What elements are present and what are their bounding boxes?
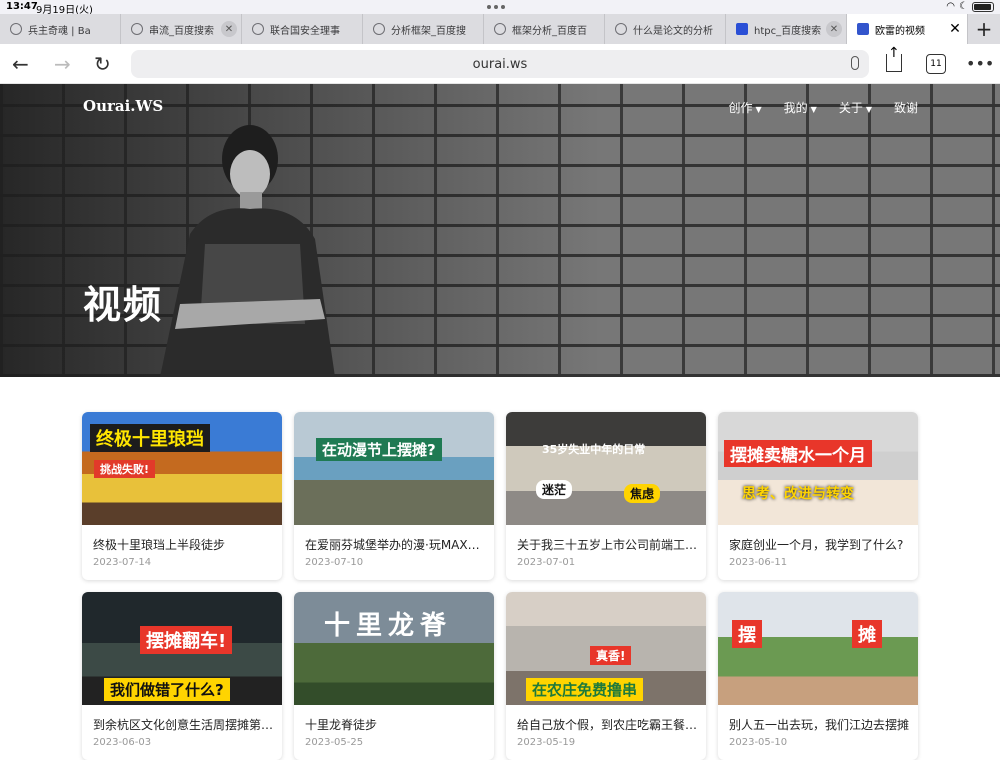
browser-tab[interactable]: htpc_百度搜索 ✕ (726, 14, 847, 44)
tab-label: htpc_百度搜索 (754, 25, 822, 37)
video-card[interactable]: 终极十里琅珰 挑战失败! 终极十里琅珰上半段徒步 2023-07-14 (82, 412, 282, 580)
video-title[interactable]: 终极十里琅珰上半段徒步 (93, 536, 273, 553)
video-thumbnail[interactable]: 35岁失业中年的日常 迷茫 焦虑 (506, 412, 706, 525)
moon-icon: ☾ (959, 1, 968, 12)
site-icon (857, 23, 869, 35)
url-text: ourai.ws (472, 56, 528, 72)
tab-overview-button[interactable]: 11 (926, 54, 946, 74)
caret-down-icon: ▼ (810, 105, 817, 114)
video-card[interactable]: 在动漫节上摆摊? 在爱丽芬城堡举办的漫·玩MAX… 2023-07-10 (294, 412, 494, 580)
status-bar: 13:47 9月19日(火) ◠ ☾ (0, 0, 1000, 16)
globe-icon (373, 23, 385, 35)
nav-item-create[interactable]: 创作 ▼ (728, 99, 761, 116)
baidu-icon (736, 23, 748, 35)
wifi-icon: ◠ (946, 1, 956, 12)
nav-item-thanks[interactable]: 致谢 (894, 99, 918, 116)
video-title[interactable]: 在爱丽芬城堡举办的漫·玩MAX… (305, 536, 485, 553)
video-thumbnail[interactable]: 真香! 在农庄免费撸串 (506, 592, 706, 705)
video-date: 2023-05-25 (305, 737, 364, 748)
tab-label: 欧雷的视频 (875, 25, 925, 37)
video-date: 2023-06-03 (93, 737, 152, 748)
tab-label: 串流_百度搜索 (149, 25, 214, 37)
browser-tab[interactable]: 串流_百度搜索 ✕ (121, 14, 242, 44)
video-title[interactable]: 家庭创业一个月，我学到了什么? (729, 536, 909, 553)
video-date: 2023-06-11 (729, 557, 788, 568)
browser-tab[interactable]: 什么是论文的分析 (605, 14, 726, 44)
video-date: 2023-05-19 (517, 737, 576, 748)
globe-icon (131, 23, 143, 35)
tab-close-icon[interactable]: ✕ (826, 21, 842, 37)
browser-tab[interactable]: 兵主奇魂 | Ba (0, 14, 121, 44)
video-card[interactable]: 摆摊翻车! 我们做错了什么? 到余杭区文化创意生活周摆摊第… 2023-06-0… (82, 592, 282, 760)
multitask-dots[interactable] (487, 5, 505, 9)
more-icon[interactable]: ••• (966, 52, 994, 76)
caret-down-icon: ▼ (865, 105, 872, 114)
hero-banner: Ourai.WS 创作 ▼ 我的 ▼ 关于 ▼ 致谢 视频 (0, 84, 1000, 377)
video-thumbnail[interactable]: 终极十里琅珰 挑战失败! (82, 412, 282, 525)
tab-close-icon[interactable]: ✕ (221, 21, 237, 37)
tab-label: 兵主奇魂 | Ba (28, 25, 91, 37)
browser-tab-active[interactable]: 欧雷的视频 ✕ (847, 14, 968, 44)
video-date: 2023-07-14 (93, 557, 152, 568)
tab-label: 什么是论文的分析 (633, 25, 713, 37)
status-icons: ◠ ☾ (946, 1, 994, 12)
video-title[interactable]: 别人五一出去玩，我们江边去摆摊 (729, 716, 909, 733)
video-card[interactable]: 摆摊卖糖水一个月 思考、改进与转变 家庭创业一个月，我学到了什么? 2023-0… (718, 412, 918, 580)
globe-icon (10, 23, 22, 35)
new-tab-icon[interactable]: + (968, 14, 1000, 44)
globe-icon (252, 23, 264, 35)
video-title[interactable]: 十里龙脊徒步 (305, 716, 485, 733)
video-thumbnail[interactable]: 摆摊卖糖水一个月 思考、改进与转变 (718, 412, 918, 525)
browser-toolbar: ← → ↻ ourai.ws 11 ••• (0, 44, 1000, 84)
browser-tab[interactable]: 联合国安全理事 (242, 14, 363, 44)
nav-item-mine[interactable]: 我的 ▼ (784, 99, 817, 116)
tab-label: 联合国安全理事 (270, 25, 340, 37)
back-arrow-icon[interactable]: ← (12, 52, 29, 76)
tab-close-icon[interactable]: ✕ (947, 21, 963, 37)
video-card[interactable]: 35岁失业中年的日常 迷茫 焦虑 关于我三十五岁上市公司前端工… 2023-07… (506, 412, 706, 580)
share-icon[interactable] (886, 45, 902, 72)
video-thumbnail[interactable]: 摆摊翻车! 我们做错了什么? (82, 592, 282, 705)
video-thumbnail[interactable]: 十里龙脊 (294, 592, 494, 705)
battery-icon (972, 1, 994, 12)
page-title: 视频 (83, 283, 164, 327)
nav-item-about[interactable]: 关于 ▼ (839, 99, 872, 116)
reload-icon[interactable]: ↻ (94, 52, 111, 76)
tab-label: 分析框架_百度搜 (391, 25, 466, 37)
caret-down-icon: ▼ (755, 105, 762, 114)
site-logo[interactable]: Ourai.WS (83, 97, 163, 115)
tab-bar: 兵主奇魂 | Ba 串流_百度搜索 ✕ 联合国安全理事 分析框架_百度搜 框架分… (0, 14, 1000, 44)
video-title[interactable]: 关于我三十五岁上市公司前端工… (517, 536, 697, 553)
video-card[interactable]: 摆 摊 别人五一出去玩，我们江边去摆摊 2023-05-10 (718, 592, 918, 760)
video-card[interactable]: 十里龙脊 十里龙脊徒步 2023-05-25 (294, 592, 494, 760)
video-date: 2023-07-01 (517, 557, 576, 568)
video-grid: 终极十里琅珰 挑战失败! 终极十里琅珰上半段徒步 2023-07-14 在动漫节… (82, 412, 918, 760)
address-bar[interactable]: ourai.ws (131, 50, 869, 78)
hero-photo-person (160, 125, 335, 377)
microphone-icon[interactable] (851, 56, 859, 70)
status-time: 13:47 (6, 1, 38, 12)
browser-tab[interactable]: 分析框架_百度搜 (363, 14, 484, 44)
video-title[interactable]: 到余杭区文化创意生活周摆摊第… (93, 716, 273, 733)
globe-icon (615, 23, 627, 35)
tab-label: 框架分析_百度百 (512, 25, 587, 37)
video-date: 2023-07-10 (305, 557, 364, 568)
video-date: 2023-05-10 (729, 737, 788, 748)
browser-tab[interactable]: 框架分析_百度百 (484, 14, 605, 44)
video-title[interactable]: 给自己放个假，到农庄吃霸王餐… (517, 716, 697, 733)
video-thumbnail[interactable]: 在动漫节上摆摊? (294, 412, 494, 525)
globe-icon (494, 23, 506, 35)
site-nav: 创作 ▼ 我的 ▼ 关于 ▼ 致谢 (728, 99, 918, 116)
video-thumbnail[interactable]: 摆 摊 (718, 592, 918, 705)
video-card[interactable]: 真香! 在农庄免费撸串 给自己放个假，到农庄吃霸王餐… 2023-05-19 (506, 592, 706, 760)
forward-arrow-icon[interactable]: → (54, 52, 71, 76)
